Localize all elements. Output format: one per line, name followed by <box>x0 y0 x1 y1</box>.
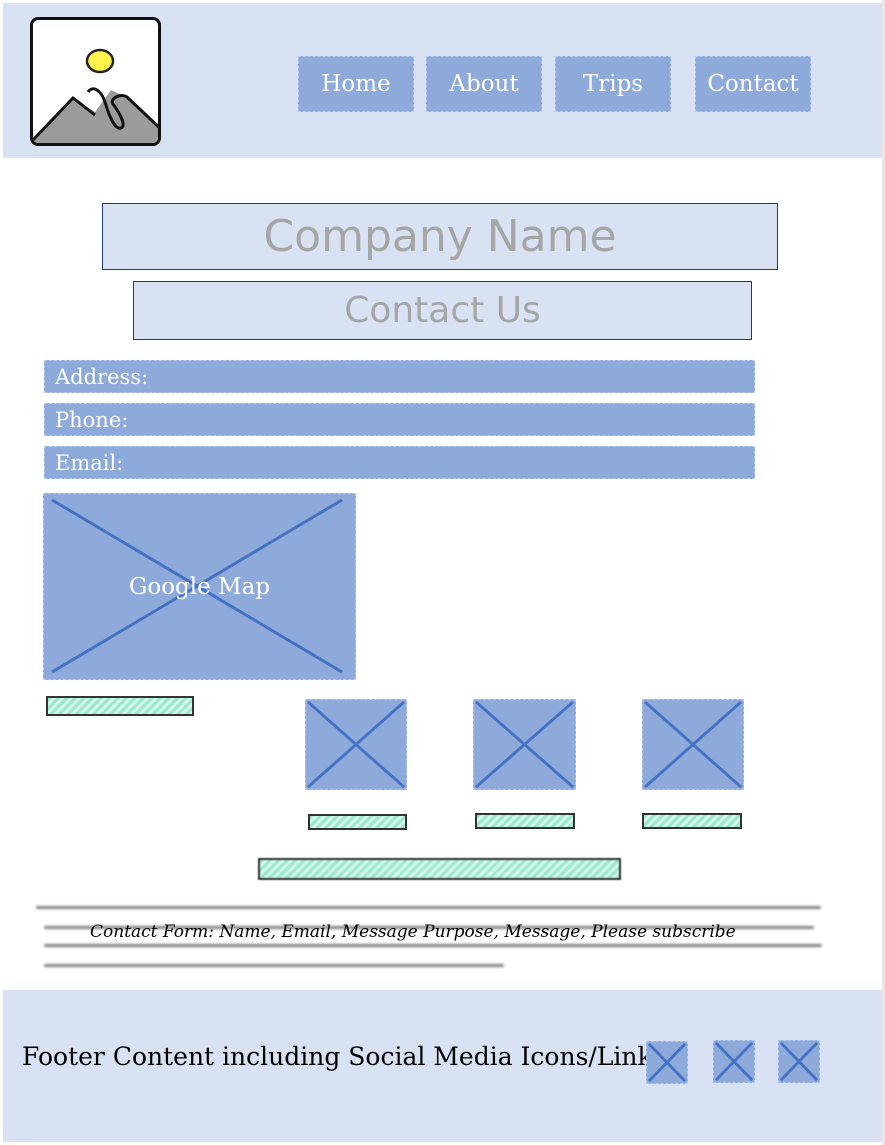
company-name: Company Name <box>263 211 617 262</box>
map-caption-bar <box>46 696 194 716</box>
mountain-sun-icon <box>33 48 158 143</box>
image-caption-bar-3 <box>642 813 742 829</box>
form-line <box>36 906 821 909</box>
footer-text: Footer Content including Social Media Ic… <box>22 1042 666 1071</box>
social-icon-1[interactable] <box>646 1041 688 1084</box>
contact-us-box: Contact Us <box>133 281 752 340</box>
placeholder-x-icon <box>474 700 575 789</box>
social-icon-2[interactable] <box>713 1040 755 1083</box>
placeholder-x-icon <box>306 700 406 789</box>
form-line <box>44 964 504 967</box>
placeholder-x-icon <box>779 1041 819 1082</box>
image-placeholder-2[interactable] <box>473 699 576 790</box>
social-icon-3[interactable] <box>778 1040 820 1083</box>
google-map-placeholder[interactable]: Google Map <box>43 493 356 680</box>
image-caption-bar-1 <box>308 814 407 830</box>
nav-about-label: About <box>449 71 519 97</box>
phone-field: Phone: <box>44 403 755 436</box>
nav-contact-label: Contact <box>707 71 799 97</box>
placeholder-x-icon <box>714 1041 754 1082</box>
nav-home-button[interactable]: Home <box>298 56 414 112</box>
address-field: Address: <box>44 360 755 393</box>
nav-trips-button[interactable]: Trips <box>555 56 671 112</box>
image-placeholder-1[interactable] <box>305 699 407 790</box>
google-map-label: Google Map <box>128 573 271 600</box>
contact-form-description: Contact Form: Name, Email, Message Purpo… <box>90 922 736 942</box>
form-line <box>44 944 822 947</box>
logo-image[interactable] <box>30 17 161 146</box>
placeholder-x-icon <box>647 1042 687 1083</box>
wide-caption-bar <box>258 858 621 880</box>
nav-contact-button[interactable]: Contact <box>695 56 811 112</box>
image-placeholder-3[interactable] <box>642 699 744 790</box>
phone-label: Phone: <box>55 407 129 432</box>
email-label: Email: <box>55 450 124 475</box>
nav-trips-label: Trips <box>582 71 644 97</box>
nav-about-button[interactable]: About <box>426 56 542 112</box>
page-heading: Contact Us <box>344 290 541 331</box>
image-caption-bar-2 <box>475 813 575 829</box>
address-label: Address: <box>55 364 149 389</box>
nav-home-label: Home <box>321 71 391 97</box>
placeholder-x-icon <box>643 700 743 789</box>
company-name-box: Company Name <box>102 203 778 270</box>
email-field: Email: <box>44 446 755 479</box>
